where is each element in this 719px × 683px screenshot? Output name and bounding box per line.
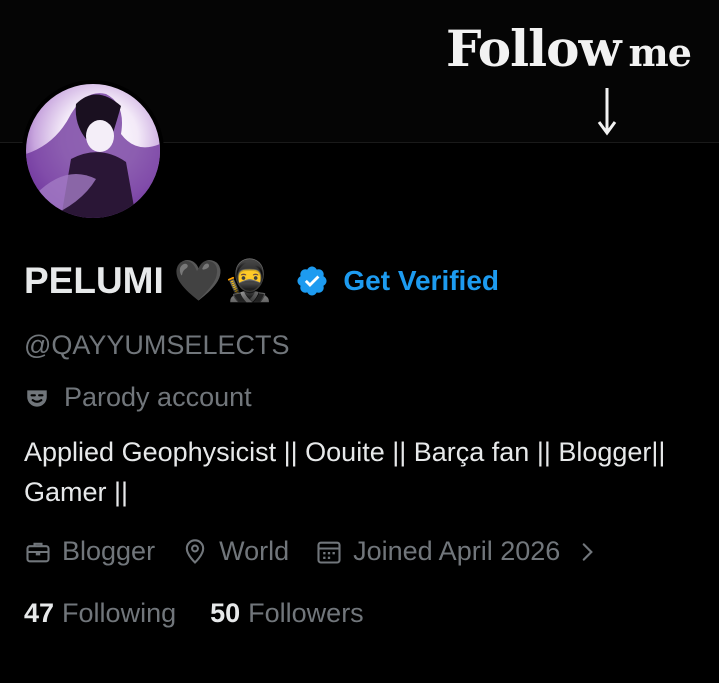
profile-meta-row: Blogger World Joined April 2026 [24, 536, 636, 567]
category-label: Blogger [62, 536, 156, 566]
follow-stats-row: 47 Following 50 Followers [24, 598, 398, 629]
followers-count: 50 [210, 598, 241, 628]
following-link[interactable]: 47 Following [24, 598, 176, 629]
location-pin-icon [185, 538, 205, 564]
avatar[interactable] [22, 80, 164, 222]
profile-handle: @QAYYUMSELECTS [24, 330, 290, 360]
parody-label-row: Parody account [24, 382, 252, 413]
banner-follow-me-text: Follow me [446, 24, 692, 75]
briefcase-icon [26, 542, 50, 562]
followers-link[interactable]: 50 Followers [210, 598, 364, 629]
get-verified-link[interactable]: Get Verified [343, 265, 499, 297]
joined-label: Joined April 2026 [353, 536, 561, 566]
chevron-right-icon[interactable] [574, 539, 600, 565]
display-name: PELUMI [24, 260, 164, 301]
following-label: Following [62, 598, 177, 628]
verified-badge-icon[interactable] [295, 264, 329, 298]
joined-item[interactable]: Joined April 2026 [315, 536, 610, 567]
following-count: 47 [24, 598, 55, 628]
avatar-image [26, 93, 160, 218]
location-item: World [181, 536, 289, 567]
profile-name-row: PELUMI 🖤🥷 Get Verified [24, 256, 499, 306]
banner-text-me: me [628, 30, 692, 75]
profile-bio: Applied Geophysicist || Oouite || Barça … [24, 437, 666, 507]
calendar-icon [317, 541, 341, 564]
name-emoji: 🖤🥷 [173, 259, 274, 303]
followers-label: Followers [248, 598, 364, 628]
parody-label: Parody account [64, 382, 252, 412]
category-item: Blogger [24, 536, 155, 567]
mask-icon [27, 389, 47, 407]
banner-text-follow: Follow [446, 19, 621, 78]
location-label: World [219, 536, 290, 566]
down-arrow-icon [597, 88, 617, 136]
